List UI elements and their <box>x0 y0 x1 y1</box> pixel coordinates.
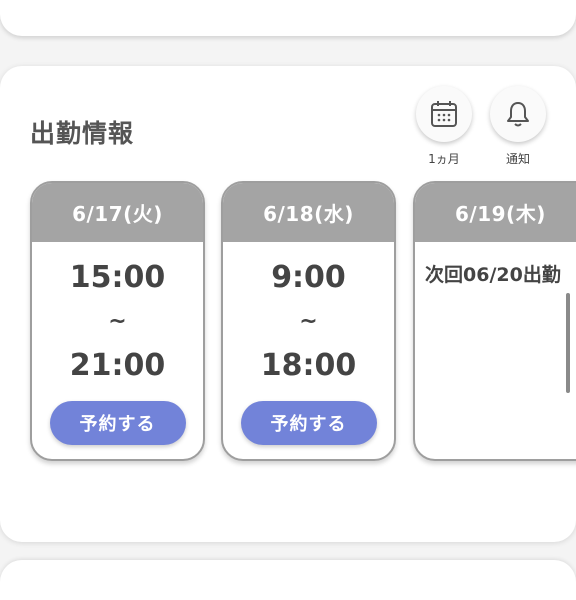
date-header: 6/18(水) <box>223 183 394 242</box>
bell-icon-circle[interactable] <box>490 86 546 142</box>
reserve-button[interactable]: 予約する <box>240 401 377 445</box>
previous-card <box>0 0 576 36</box>
start-time: 9:00 <box>271 260 346 295</box>
calendar-button[interactable]: 1ヵ月 <box>416 86 472 167</box>
bell-icon <box>507 102 529 127</box>
time-separator: ~ <box>299 309 318 334</box>
schedule-card-0617: 6/17(火) 15:00 ~ 21:00 予約する <box>30 181 205 461</box>
scrollbar[interactable] <box>566 293 570 393</box>
end-time: 21:00 <box>69 348 166 383</box>
notify-button[interactable]: 通知 <box>490 86 546 167</box>
start-time: 15:00 <box>69 260 166 295</box>
next-shift-note: 次回06/20出勤 <box>425 264 561 286</box>
calendar-icon <box>431 101 457 127</box>
schedule-card-0618: 6/18(水) 9:00 ~ 18:00 予約する <box>221 181 396 461</box>
notify-label: 通知 <box>505 152 530 166</box>
calendar-icon-circle[interactable] <box>416 86 472 142</box>
attendance-card: 出勤情報 1ヵ月 通知 6/17(火) 15:00 ~ 21:00 予約する 6… <box>0 66 576 542</box>
calendar-label: 1ヵ月 <box>428 152 460 166</box>
date-header: 6/19(木) <box>415 183 576 242</box>
time-separator: ~ <box>108 309 127 334</box>
section-title: 出勤情報 <box>30 119 135 148</box>
schedule-card-0619: 6/19(木) 次回06/20出勤 <box>413 181 576 461</box>
next-card <box>0 560 576 600</box>
date-header: 6/17(火) <box>32 183 203 242</box>
end-time: 18:00 <box>260 348 357 383</box>
reserve-button[interactable]: 予約する <box>49 401 186 445</box>
